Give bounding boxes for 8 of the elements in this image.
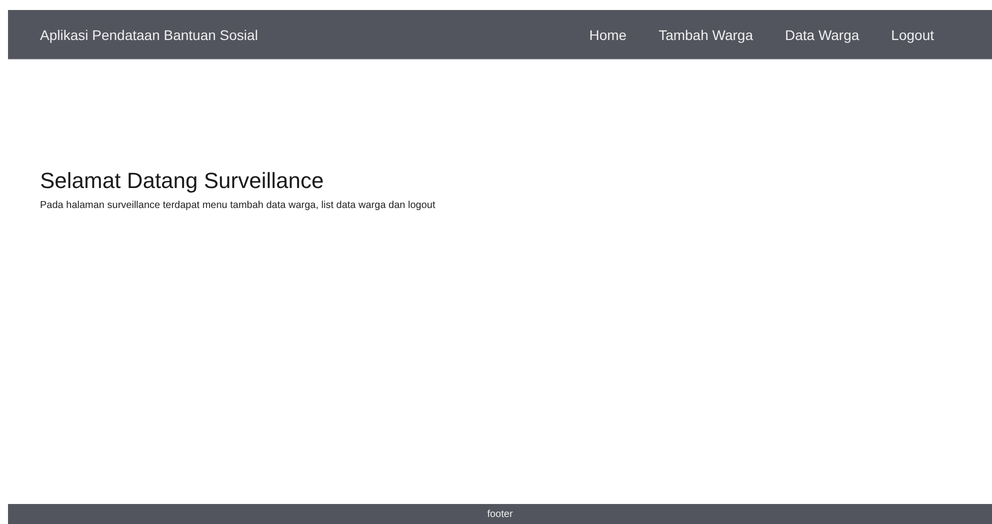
nav-link[interactable]: Tambah Warga bbox=[658, 26, 753, 42]
footer-text: footer bbox=[487, 508, 513, 520]
welcome-heading: Selamat Datang Surveillance bbox=[40, 168, 325, 194]
welcome-text: Pada halaman surveillance terdapat menu tambah data warga, list data warga dan logout bbox=[40, 200, 436, 211]
nav-link[interactable]: Logout bbox=[891, 26, 934, 42]
app-title: Aplikasi Pendataan Bantuan Sosial bbox=[40, 26, 258, 42]
nav-link[interactable]: Home bbox=[589, 26, 627, 42]
nav-link[interactable]: Data Warga bbox=[784, 26, 860, 42]
